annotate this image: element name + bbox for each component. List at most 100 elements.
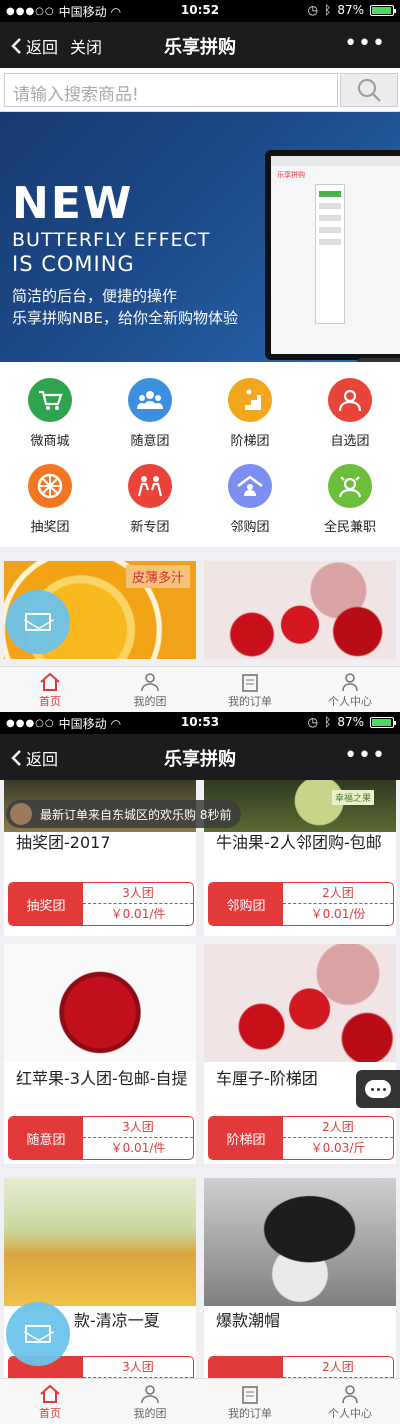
banner-caption-2: 乐享拼购NBE，给你全新购物体验 (12, 309, 238, 327)
tab-my-orders[interactable]: 我的订单 (200, 1379, 300, 1424)
tab-my-group[interactable]: 我的团 (100, 1379, 200, 1424)
promo-tag: 皮薄多汁 (125, 565, 190, 588)
product-price: ￥0.01/件 (110, 1141, 166, 1155)
back-button[interactable]: 返回 (10, 746, 58, 770)
product-card[interactable]: 爆款潮帽 2人团 (204, 1178, 396, 1400)
customer-service-button[interactable] (356, 1070, 400, 1108)
bluetooth-icon: ᛒ (324, 3, 332, 17)
product-name: 红苹果-3人团-包邮-自提 (16, 1069, 188, 1088)
category-jietituan[interactable]: 阶梯团 (200, 362, 300, 452)
tab-label: 我的订单 (228, 695, 272, 708)
category-quanminjianzhi[interactable]: 全民兼职 (300, 448, 400, 538)
close-button[interactable]: 关闭 (70, 34, 102, 58)
category-weishangcheng[interactable]: 微商城 (0, 362, 100, 452)
search-button[interactable] (340, 73, 398, 107)
category-label: 全民兼职 (323, 520, 376, 535)
category-xinzhuantuan[interactable]: 新专团 (100, 448, 200, 538)
home-icon (40, 672, 60, 691)
nav-bar: 返回 关闭 乐享拼购 ••• (0, 22, 400, 68)
status-bar: ●●●○○ 中国移动 ◠ 10:53 ◷ ᛒ 87% (0, 712, 400, 734)
price-block: 阶梯团 2人团 ￥0.03/斤 (208, 1116, 394, 1160)
envelope-icon (25, 1325, 51, 1343)
person-select-icon (328, 378, 372, 422)
back-label: 返回 (26, 38, 59, 57)
product-image-apple (4, 944, 196, 1062)
more-menu-button[interactable]: ••• (344, 31, 386, 56)
product-price: ￥0.03/斤 (310, 1141, 366, 1155)
neighborhood-icon (228, 464, 272, 508)
tab-label: 个人中心 (328, 695, 372, 708)
category-label: 新专团 (130, 520, 170, 535)
tab-label: 我的团 (133, 695, 167, 708)
product-price: ￥0.01/份 (310, 907, 366, 921)
profile-icon (342, 673, 358, 692)
message-float-button[interactable] (6, 590, 70, 654)
search-input[interactable]: 请输入搜索商品! (4, 73, 338, 107)
group-size: 2人团 (283, 883, 393, 904)
group-type: 抽奖团 (9, 883, 83, 925)
product-name: 爆款潮帽 (216, 1311, 281, 1330)
promo-banner[interactable]: NEW BUTTERFLY EFFECT IS COMING 简洁的后台，便捷的… (0, 112, 400, 362)
tab-label: 个人中心 (328, 1407, 372, 1420)
banner-headline: NEW (12, 178, 134, 229)
category-lingoutuan[interactable]: 邻购团 (200, 448, 300, 538)
category-zixuantuan[interactable]: 自选团 (300, 362, 400, 452)
people-group-icon (128, 378, 172, 422)
tab-home[interactable]: 首页 (0, 667, 100, 712)
my-group-icon (141, 673, 159, 692)
search-bar: 请输入搜索商品! (0, 68, 400, 112)
product-image-cap (204, 1178, 396, 1306)
tab-home[interactable]: 首页 (0, 1379, 100, 1424)
nav-bar: 返回 乐享拼购 ••• (0, 734, 400, 780)
cart-icon (28, 378, 72, 422)
tab-profile[interactable]: 个人中心 (300, 667, 400, 712)
tab-my-group[interactable]: 我的团 (100, 667, 200, 712)
tab-label: 我的团 (133, 1407, 167, 1420)
group-type: 阶梯团 (209, 1117, 283, 1159)
product-image-cherry (204, 944, 396, 1062)
battery-percent: 87% (337, 715, 364, 729)
group-size: 2人团 (283, 1117, 393, 1138)
lottery-wheel-icon (28, 464, 72, 508)
page-title: 乐享拼购 (164, 37, 236, 58)
group-type: 邻购团 (209, 883, 283, 925)
back-label: 返回 (26, 750, 59, 769)
product-name: 车厘子-阶梯团 (216, 1069, 318, 1088)
category-suiyituan[interactable]: 随意团 (100, 362, 200, 452)
price-block: 抽奖团 3人团 ￥0.01/件 (8, 882, 194, 926)
tab-my-orders[interactable]: 我的订单 (200, 667, 300, 712)
more-menu-button[interactable]: ••• (344, 743, 386, 768)
product-card[interactable]: 车厘子-阶梯团 阶梯团 2人团 ￥0.03/斤 (204, 944, 396, 1164)
category-label: 微商城 (30, 434, 70, 449)
search-icon (358, 79, 381, 102)
profile-icon (342, 1385, 358, 1404)
battery-icon (370, 716, 396, 728)
battery-icon (370, 4, 396, 16)
product-card[interactable]: 红苹果-3人团-包邮-自提 随意团 3人团 ￥0.01/件 (4, 944, 196, 1164)
category-label: 阶梯团 (230, 434, 270, 449)
page-title: 乐享拼购 (164, 749, 236, 770)
parttime-icon (328, 464, 372, 508)
product-image-dress (4, 1178, 196, 1306)
chevron-left-icon (11, 750, 21, 766)
category-choujiangtuan[interactable]: 抽奖团 (0, 448, 100, 538)
product-name: 抽奖团-2017 (16, 833, 111, 852)
tab-profile[interactable]: 个人中心 (300, 1379, 400, 1424)
monitor-image: 乐享拼购 (265, 150, 400, 360)
message-float-button[interactable] (6, 1302, 70, 1366)
tab-bar: 首页 我的团 我的订单 个人中心 (0, 666, 400, 712)
group-size: 3人团 (83, 1117, 193, 1138)
tab-label: 首页 (39, 695, 61, 708)
home-icon (40, 1384, 60, 1403)
new-member-icon (128, 464, 172, 508)
category-grid: 微商城 随意团 阶梯团 自选团 抽奖团 新专团 邻购团 全民兼职 (0, 362, 400, 547)
screen-home-top: ●●●○○ 中国移动 ◠ 10:52 ◷ ᛒ 87% 返回 关闭 乐享拼购 ••• 请输… (0, 0, 400, 712)
banner-subline-2: IS COMING (12, 252, 135, 276)
product-image-cherry[interactable] (204, 561, 396, 659)
tab-bar: 首页 我的团 我的订单 个人中心 (0, 1378, 400, 1424)
back-button[interactable]: 返回 (10, 34, 58, 58)
battery-percent: 87% (337, 3, 364, 17)
category-label: 随意团 (130, 434, 170, 449)
alarm-icon: ◷ (307, 715, 319, 729)
bluetooth-icon: ᛒ (324, 715, 332, 729)
